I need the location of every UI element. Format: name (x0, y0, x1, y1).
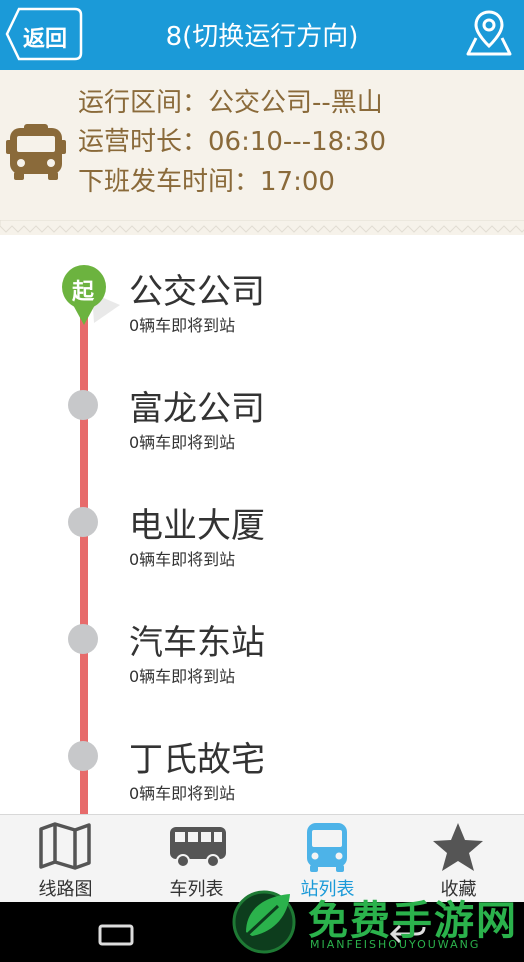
last-departure: 下班发车时间：17:00 (78, 167, 335, 197)
tab-label: 线路图 (38, 879, 93, 900)
station-item[interactable]: 富龙公司 0辆车即将到站 (0, 353, 524, 470)
back-button[interactable]: 返回 (5, 7, 83, 61)
bus-front-icon (4, 120, 68, 184)
route-range: 运行区间：公交公司--黑山 (78, 88, 383, 118)
zigzag-divider (0, 220, 524, 233)
station-status: 0辆车即将到站 (129, 550, 236, 569)
station-dot (68, 741, 98, 771)
station-item[interactable]: 汽车东站 0辆车即将到站 (0, 587, 524, 704)
watermark-logo: 免费手游网 MIANFEISHOUYOUWANG (228, 870, 524, 962)
operating-hours: 运营时长：06:10---18:30 (78, 127, 387, 157)
star-icon (433, 823, 483, 871)
leaf-logo-icon (232, 890, 296, 954)
map-pin-icon[interactable] (464, 8, 514, 60)
recent-apps-icon[interactable] (98, 924, 134, 946)
station-item[interactable]: 起 公交公司 0辆车即将到站 (0, 236, 524, 353)
map-icon (39, 822, 91, 870)
station-status: 0辆车即将到站 (129, 433, 236, 452)
station-name: 汽车东站 (129, 623, 265, 663)
station-name: 丁氏故宅 (129, 740, 265, 780)
top-header: 返回 8(切换运行方向) (0, 0, 524, 70)
start-marker-label: 起 (72, 280, 95, 305)
station-name: 公交公司 (129, 272, 265, 312)
station-dot (68, 390, 98, 420)
station-name: 富龙公司 (129, 389, 265, 429)
route-info-panel: 运行区间：公交公司--黑山 运营时长：06:10---18:30 下班发车时间：… (0, 70, 524, 235)
station-name: 电业大厦 (129, 506, 265, 546)
station-item[interactable]: 电业大厦 0辆车即将到站 (0, 470, 524, 587)
station-status: 0辆车即将到站 (129, 784, 236, 803)
bus-side-icon (170, 827, 226, 868)
bus-front-icon (307, 823, 347, 872)
page-title[interactable]: 8(切换运行方向) (90, 16, 434, 53)
watermark-subtitle: MIANFEISHOUYOUWANG (310, 938, 481, 951)
station-list[interactable]: 起 公交公司 0辆车即将到站 富龙公司 0辆车即将到站 电业大厦 0辆车即将到站… (0, 236, 524, 814)
station-status: 0辆车即将到站 (129, 667, 236, 686)
start-marker: 起 (60, 263, 120, 331)
station-status: 0辆车即将到站 (129, 316, 236, 335)
station-dot (68, 624, 98, 654)
station-dot (68, 507, 98, 537)
tab-route-map[interactable]: 线路图 (0, 815, 131, 903)
station-item[interactable]: 丁氏故宅 0辆车即将到站 (0, 704, 524, 814)
back-label: 返回 (23, 27, 68, 52)
